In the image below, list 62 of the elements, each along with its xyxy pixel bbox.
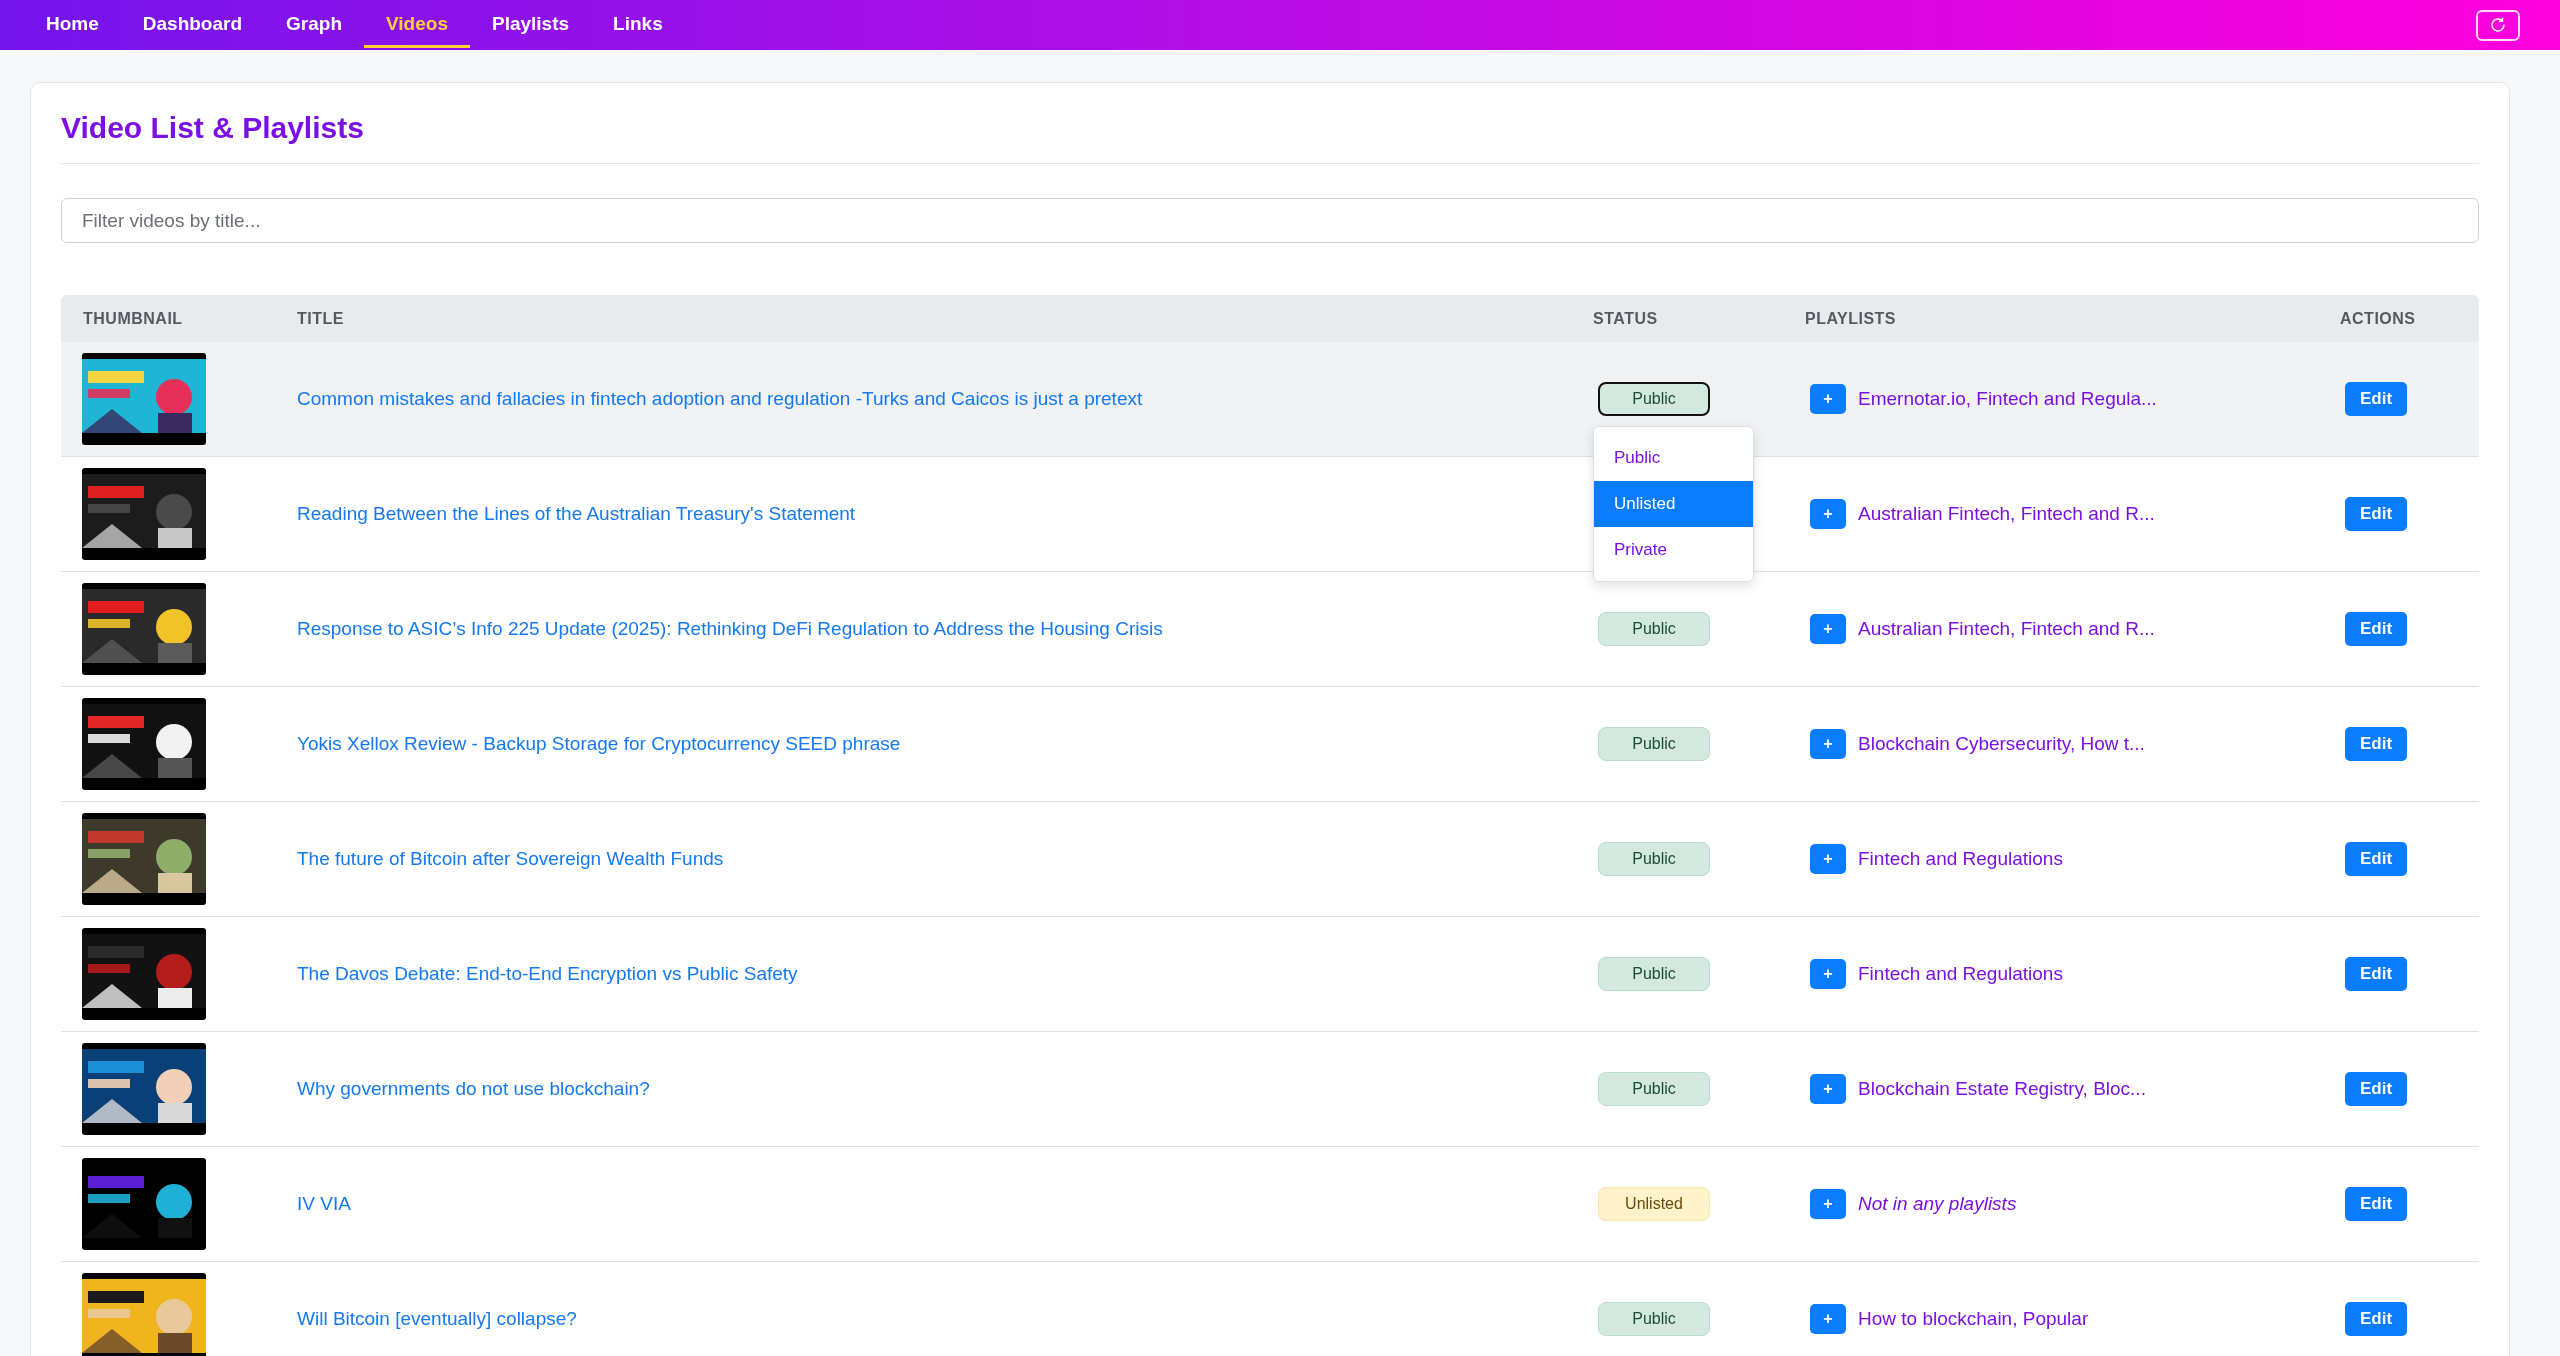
edit-button[interactable]: Edit (2345, 727, 2407, 761)
status-dropdown[interactable]: Public (1598, 1302, 1710, 1336)
status-option[interactable]: Private (1594, 527, 1753, 573)
column-header: TITLE (296, 309, 345, 328)
playlist-names: Fintech and Regulations (1858, 963, 2063, 985)
nav-tab[interactable]: Links (591, 2, 685, 48)
add-to-playlist-button[interactable]: + (1810, 1304, 1846, 1334)
status-dropdown[interactable]: Unlisted (1598, 1187, 1710, 1221)
add-to-playlist-button[interactable]: + (1810, 729, 1846, 759)
edit-button[interactable]: Edit (2345, 612, 2407, 646)
edit-button[interactable]: Edit (2345, 842, 2407, 876)
add-to-playlist-button[interactable]: + (1810, 1189, 1846, 1219)
page-title: Video List & Playlists (61, 111, 2479, 164)
refresh-button[interactable] (2476, 9, 2520, 41)
playlist-names: Not in any playlists (1858, 1193, 2017, 1215)
playlist-names: Australian Fintech, Fintech and R... (1858, 503, 2155, 525)
add-to-playlist-button[interactable]: + (1810, 499, 1846, 529)
edit-button[interactable]: Edit (2345, 382, 2407, 416)
video-title-link[interactable]: Reading Between the Lines of the Australian Treasury's Statement (297, 503, 856, 524)
edit-button[interactable]: Edit (2345, 957, 2407, 991)
playlist-names: Emernotar.io, Fintech and Regula... (1858, 388, 2157, 410)
status-dropdown[interactable]: Public (1598, 727, 1710, 761)
playlist-names: Blockchain Estate Registry, Bloc... (1858, 1078, 2146, 1100)
add-to-playlist-button[interactable]: + (1810, 1074, 1846, 1104)
nav-tab[interactable]: Home (24, 2, 121, 48)
add-to-playlist-button[interactable]: + (1810, 844, 1846, 874)
playlist-names: Fintech and Regulations (1858, 848, 2063, 870)
edit-button[interactable]: Edit (2345, 1072, 2407, 1106)
video-title-link[interactable]: Common mistakes and fallacies in fintech adoption and regulation -Turks and Caicos is just a pretext (297, 388, 1143, 409)
add-to-playlist-button[interactable]: + (1810, 959, 1846, 989)
column-header: STATUS (1593, 309, 1659, 328)
playlist-names: Blockchain Cybersecurity, How t... (1858, 733, 2145, 755)
column-header: ACTIONS (2340, 309, 2417, 328)
playlist-names: Australian Fintech, Fintech and R... (1858, 618, 2155, 640)
filter-field[interactable]: Filter videos by title... (61, 198, 2479, 243)
status-dropdown[interactable]: Public (1598, 842, 1710, 876)
status-dropdown[interactable]: Public (1598, 382, 1710, 416)
video-title-link[interactable]: The future of Bitcoin after Sovereign Wealth Funds (297, 848, 724, 869)
status-option[interactable]: Unlisted (1594, 481, 1753, 527)
nav-tab[interactable]: Playlists (469, 2, 592, 48)
edit-button[interactable]: Edit (2345, 1302, 2407, 1336)
status-dropdown[interactable]: Public (1598, 612, 1710, 646)
playlist-names: How to blockchain, Popular (1858, 1308, 2089, 1330)
edit-button[interactable]: Edit (2345, 497, 2407, 531)
video-title-link[interactable]: Will Bitcoin [eventually] collapse? (297, 1308, 577, 1329)
status-dropdown[interactable]: Public (1598, 1072, 1710, 1106)
add-to-playlist-button[interactable]: + (1810, 384, 1846, 414)
status-dropdown[interactable]: Public (1598, 957, 1710, 991)
status-option[interactable]: Public (1594, 435, 1753, 481)
video-title-link[interactable]: The Davos Debate: End-to-End Encryption vs Public Safety (297, 963, 798, 984)
column-header: THUMBNAIL (82, 309, 184, 328)
video-title-link[interactable]: Yokis Xellox Review - Backup Storage for Cryptocurrency SEED phrase (297, 733, 901, 754)
add-to-playlist-button[interactable]: + (1810, 614, 1846, 644)
refresh-icon (2489, 16, 2507, 34)
nav-tab[interactable]: Videos (364, 2, 470, 48)
nav-tab[interactable]: Graph (264, 2, 364, 48)
nav-tab[interactable]: Dashboard (120, 2, 265, 48)
column-header: PLAYLISTS (1805, 309, 1898, 328)
video-title-link[interactable]: Why governments do not use blockchain? (297, 1078, 650, 1099)
edit-button[interactable]: Edit (2345, 1187, 2407, 1221)
video-title-link[interactable]: Response to ASIC’s Info 225 Update (2025): Rethinking DeFi Regulation to Address the Housing Crisis (297, 618, 1163, 639)
video-title-link[interactable]: IV VIA (297, 1193, 351, 1214)
